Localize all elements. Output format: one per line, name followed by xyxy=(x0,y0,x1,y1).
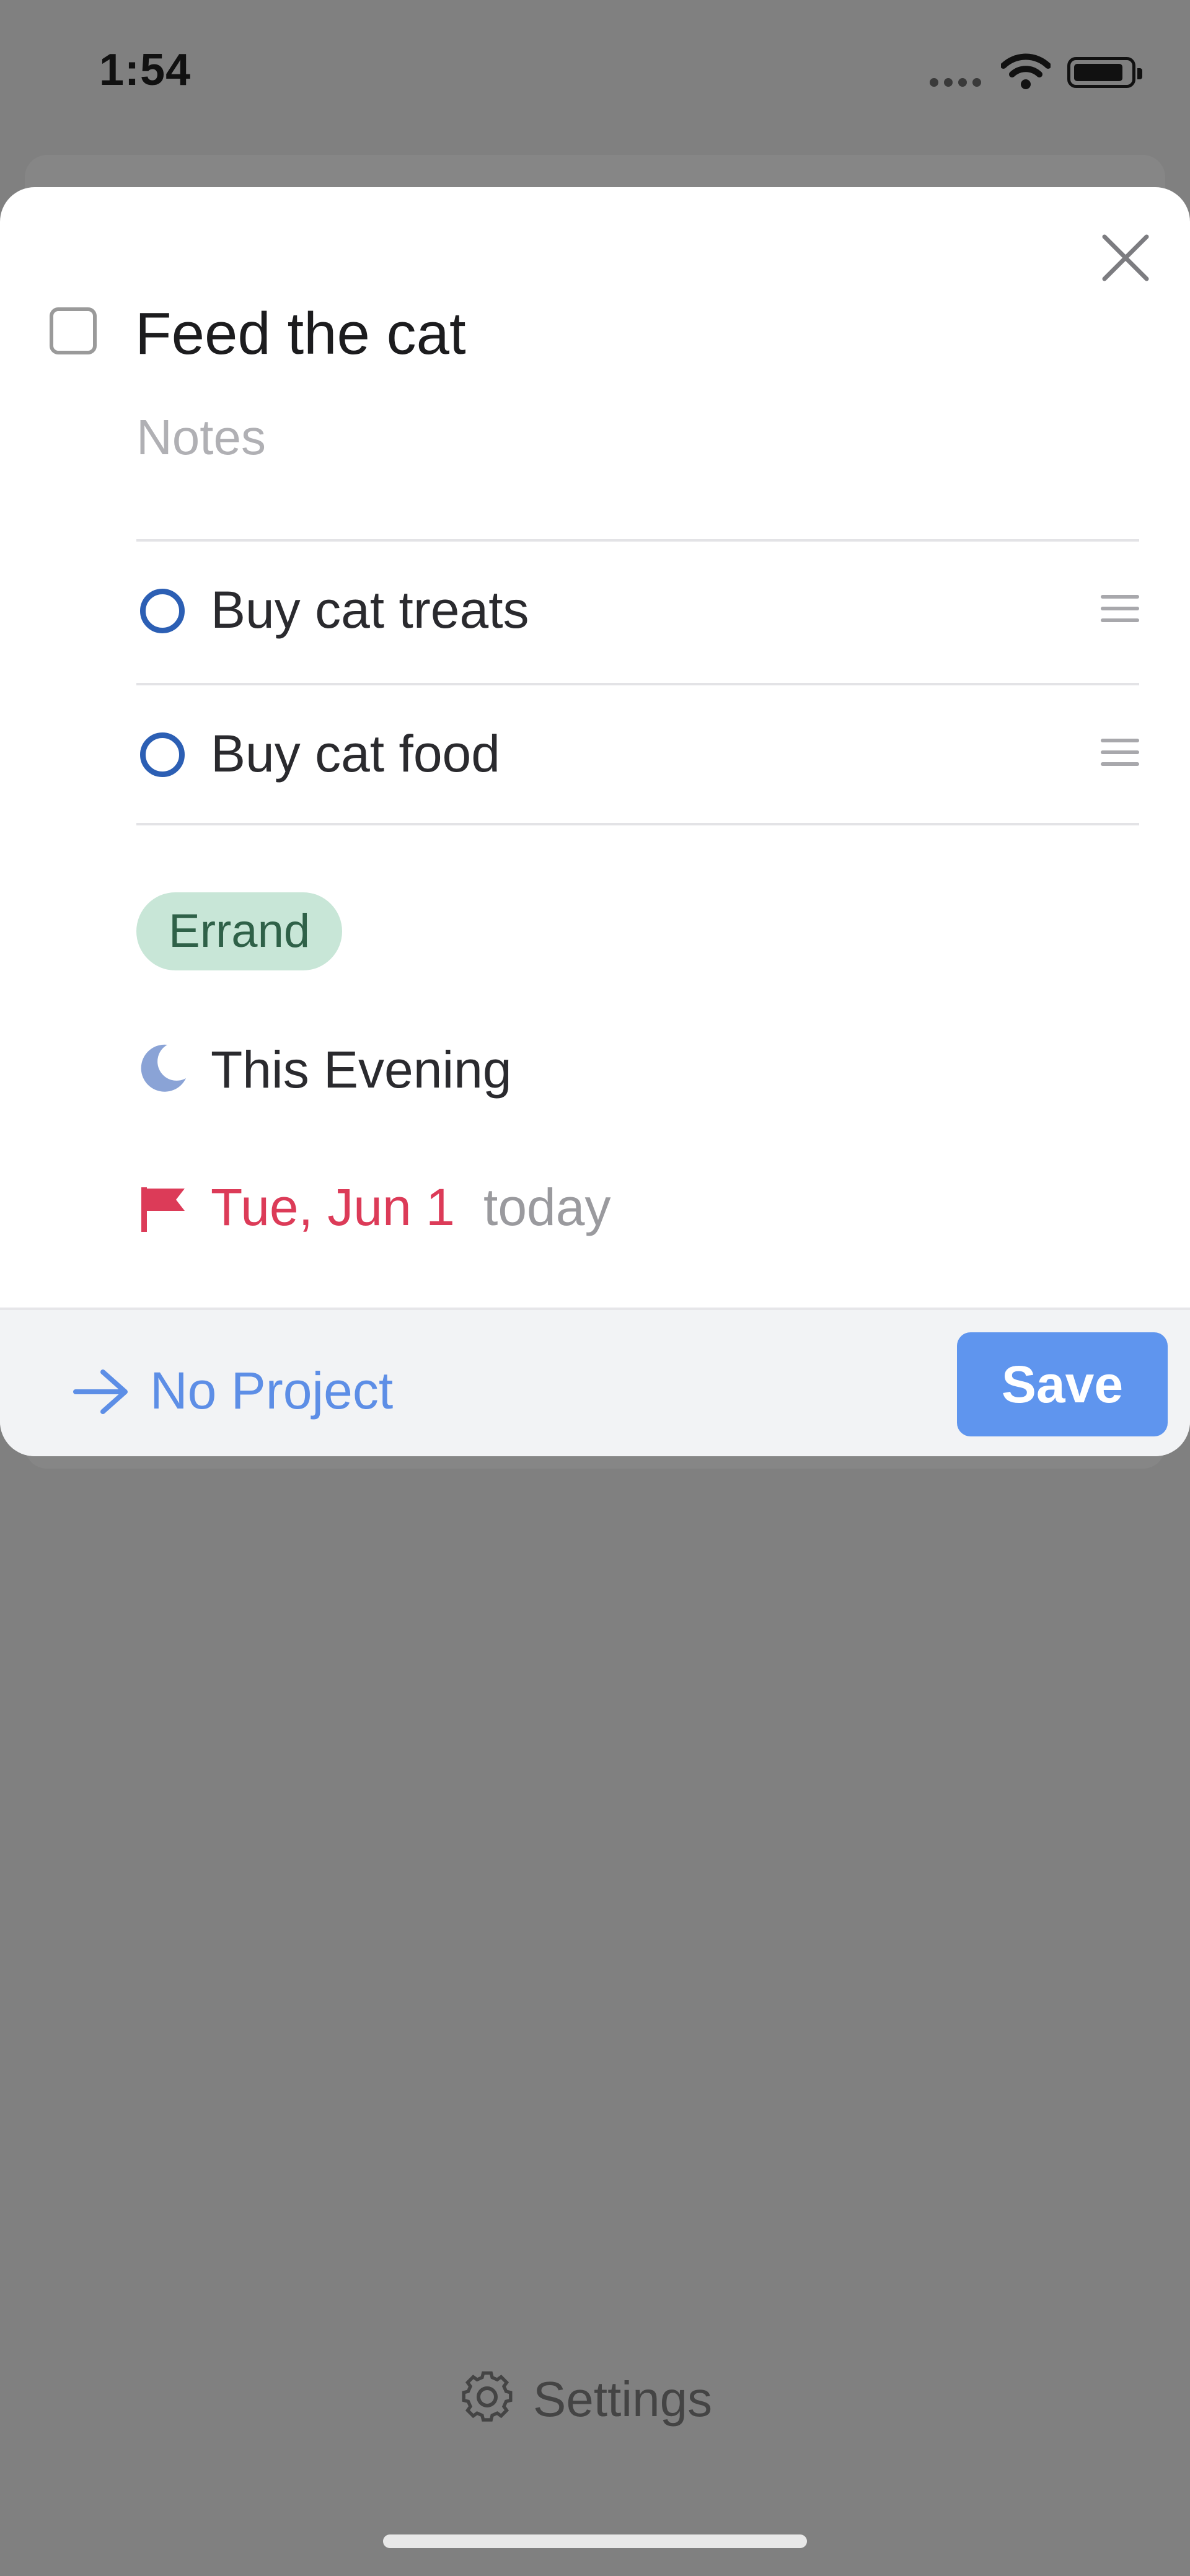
checklist-item-label[interactable]: Buy cat food xyxy=(211,724,500,784)
settings-button[interactable]: Settings xyxy=(533,2371,712,2428)
cellular-signal-icon xyxy=(930,78,987,90)
checklist-circle-icon[interactable] xyxy=(140,732,185,777)
checklist-item[interactable]: Buy cat treats xyxy=(136,542,1139,682)
gear-icon[interactable] xyxy=(459,2368,516,2425)
tag-chip[interactable]: Errand xyxy=(136,892,343,970)
deadline-relative: today xyxy=(483,1178,611,1236)
arrow-right-icon[interactable] xyxy=(72,1367,131,1417)
drag-handle-icon[interactable] xyxy=(1101,739,1139,774)
move-to-project-button[interactable]: No Project xyxy=(150,1361,393,1421)
drag-handle-icon[interactable] xyxy=(1101,595,1139,630)
divider xyxy=(136,823,1139,825)
checklist-circle-icon[interactable] xyxy=(140,589,185,633)
wifi-icon xyxy=(1001,53,1051,89)
save-button[interactable]: Save xyxy=(957,1332,1168,1436)
task-editor-sheet: Feed the cat Notes Buy cat treats Buy ca… xyxy=(0,187,1190,1456)
flag-icon xyxy=(141,1187,185,1232)
task-complete-checkbox[interactable] xyxy=(50,307,97,354)
sheet-footer: No Project Save xyxy=(0,1308,1190,1456)
status-time: 1:54 xyxy=(99,45,192,95)
checklist-item[interactable]: Buy cat food xyxy=(136,685,1139,825)
home-indicator[interactable] xyxy=(383,2534,807,2548)
when-label[interactable]: This Evening xyxy=(211,1040,512,1100)
deadline-date[interactable]: Tue, Jun 1 xyxy=(211,1177,455,1237)
status-bar: 1:54 xyxy=(0,0,1190,149)
task-title-field[interactable]: Feed the cat xyxy=(135,300,466,368)
notes-field[interactable]: Notes xyxy=(136,409,266,466)
close-icon[interactable] xyxy=(1097,229,1154,286)
checklist-item-label[interactable]: Buy cat treats xyxy=(211,580,529,640)
moon-icon xyxy=(141,1044,186,1092)
battery-icon xyxy=(1067,57,1142,88)
